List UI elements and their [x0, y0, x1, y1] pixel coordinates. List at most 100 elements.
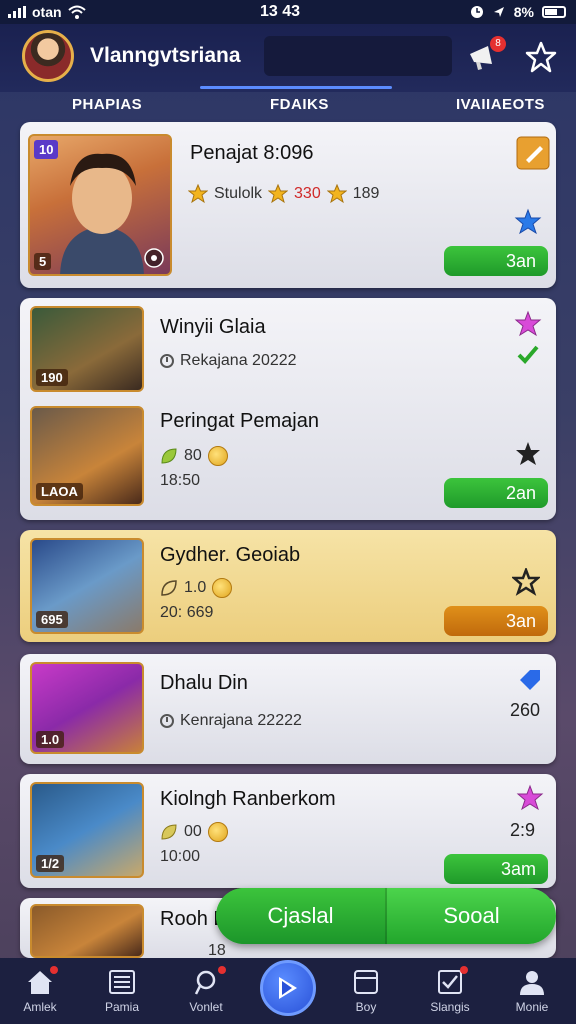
camera-icon[interactable] — [144, 248, 164, 268]
coin-icon — [207, 822, 228, 842]
black-star-icon[interactable] — [514, 440, 542, 468]
purple-star-icon[interactable] — [516, 784, 544, 812]
tab-phapias[interactable]: PHAPIAS — [72, 96, 142, 113]
search-field[interactable] — [264, 36, 452, 76]
featured-card[interactable]: 10 5 Penajat 8:096 Stulolk 330 189 3an — [20, 122, 556, 288]
entry-points-row: 1.0 — [160, 578, 233, 598]
level-badge: 10 — [34, 140, 59, 159]
entry-points-row: 00 — [160, 822, 228, 842]
thumb-badge: LAOA — [36, 483, 83, 500]
nav-label: Boy — [355, 1000, 377, 1014]
thumb-badge: 5 — [34, 253, 52, 270]
status-pill[interactable]: 3an — [444, 606, 548, 636]
nav-label: Pamia — [104, 1000, 139, 1014]
nav-slangis[interactable]: Slangis — [410, 966, 490, 1014]
segment-left[interactable]: Cjaslal — [216, 888, 387, 944]
entry-title: Winyii Glaia — [160, 316, 266, 338]
location-icon — [493, 7, 504, 17]
gold-star-icon — [268, 184, 289, 204]
nav-label: Slangis — [430, 1000, 470, 1014]
list-card-highlighted[interactable]: 695 Gydher. Geoiab 1.0 20: 669 3an — [20, 530, 556, 642]
entry-date: Kenrajana 22222 — [180, 712, 302, 729]
battery-icon — [542, 6, 566, 18]
check-icon — [517, 345, 539, 364]
avatar[interactable] — [22, 30, 74, 82]
nav-pamia[interactable]: Pamia — [82, 968, 162, 1014]
entry-thumbnail: LAOA — [30, 406, 144, 506]
nav-badge — [50, 966, 58, 974]
window-icon — [354, 970, 378, 994]
entry-thumbnail: 695 — [30, 538, 144, 634]
nav-home[interactable]: Amlek — [0, 966, 80, 1014]
status-pill[interactable]: 3an — [444, 246, 548, 276]
edit-icon[interactable] — [516, 136, 550, 170]
alarm-icon — [470, 6, 483, 18]
coin-icon — [212, 578, 233, 598]
coin-icon — [207, 446, 228, 466]
blue-bookmark-icon[interactable] — [516, 666, 544, 694]
wifi-icon — [67, 5, 86, 19]
nav-vonlet[interactable]: Vonlet — [166, 966, 246, 1014]
nav-label: Vonlet — [189, 1000, 223, 1014]
rating-label: Stulolk — [214, 185, 263, 202]
play-icon — [279, 977, 297, 999]
nav-badge — [460, 966, 468, 974]
clock-icon — [160, 714, 174, 728]
status-pill[interactable]: 2an — [444, 478, 548, 508]
entry-title: Gydher. Geoiab — [160, 544, 301, 566]
entry-time: 20: 669 — [160, 604, 214, 621]
status-right: 8% — [470, 4, 566, 20]
rating-value-2: 189 — [352, 185, 380, 202]
featured-thumbnail: 10 5 — [28, 134, 172, 276]
leaf-icon — [161, 448, 177, 464]
battery-percent: 8% — [513, 4, 534, 20]
purple-star-icon[interactable] — [514, 310, 542, 338]
thumb-badge: 1.0 — [36, 731, 65, 748]
tab-ivaiiaeots[interactable]: IVAIIAEOTS — [456, 96, 545, 113]
entry-thumbnail: 1/2 — [30, 782, 144, 878]
list-card[interactable]: 1.0 Dhalu Din Kenrajana 22222 260 — [20, 654, 556, 764]
list-card[interactable]: 1/2 Kiolngh Ranberkom 00 10:00 2:9 3am — [20, 774, 556, 888]
segment-right[interactable]: Sooal — [387, 888, 556, 944]
entry-date-row: Rekajana 20222 — [160, 352, 297, 370]
app-title: Vlanngvtsriana — [90, 44, 241, 67]
nav-boy[interactable]: Boy — [326, 968, 406, 1014]
entry-thumbnail: 1.0 — [30, 662, 144, 754]
carrier-label: otan — [32, 4, 62, 20]
blue-star-icon[interactable] — [514, 208, 542, 236]
clock-icon — [160, 354, 174, 368]
leaf-icon — [161, 580, 177, 596]
nav-center-button[interactable] — [260, 960, 316, 1016]
entry-points: 1.0 — [184, 579, 207, 596]
nav-badge — [218, 966, 226, 974]
notification-badge: 8 — [490, 36, 506, 52]
profile-icon — [520, 971, 544, 995]
thumb-badge: 190 — [36, 369, 68, 386]
entry-thumbnail: 190 — [30, 306, 144, 392]
entry-points-row: 80 — [160, 446, 228, 466]
entry-points: 80 — [184, 447, 202, 464]
entry-time: 10:00 — [160, 848, 201, 865]
list-card-group: 190 Winyii Glaia Rekajana 20222 LAOA Per… — [20, 298, 556, 520]
status-pill[interactable]: 3am — [444, 854, 548, 884]
tab-fdaiks[interactable]: FDAIKS — [270, 96, 329, 113]
entry-side-value: 260 — [510, 700, 541, 720]
nav-label: Amlek — [23, 1000, 57, 1014]
nav-monie[interactable]: Monie — [492, 968, 572, 1014]
status-bar: otan 13 43 8% — [0, 0, 576, 24]
gold-star-icon — [188, 184, 208, 204]
star-outline-icon[interactable] — [524, 40, 558, 74]
entry-date-row: Kenrajana 22222 — [160, 712, 302, 730]
entry-thumbnail — [30, 904, 144, 958]
tab-indicator — [200, 86, 392, 89]
thumb-badge: 1/2 — [36, 855, 65, 872]
clock-time: 13 43 — [260, 3, 301, 20]
entry-time: 18:50 — [160, 472, 201, 489]
segmented-control: Cjaslal Sooal — [216, 888, 556, 944]
status-left: otan — [8, 4, 86, 20]
news-icon — [109, 970, 135, 994]
bottom-nav: Amlek Pamia Vonlet Boy Slangis Monie — [0, 958, 576, 1024]
black-star-outline-icon[interactable] — [512, 568, 540, 596]
entry-date: Rekajana 20222 — [180, 352, 297, 369]
gold-star-icon — [326, 184, 347, 204]
